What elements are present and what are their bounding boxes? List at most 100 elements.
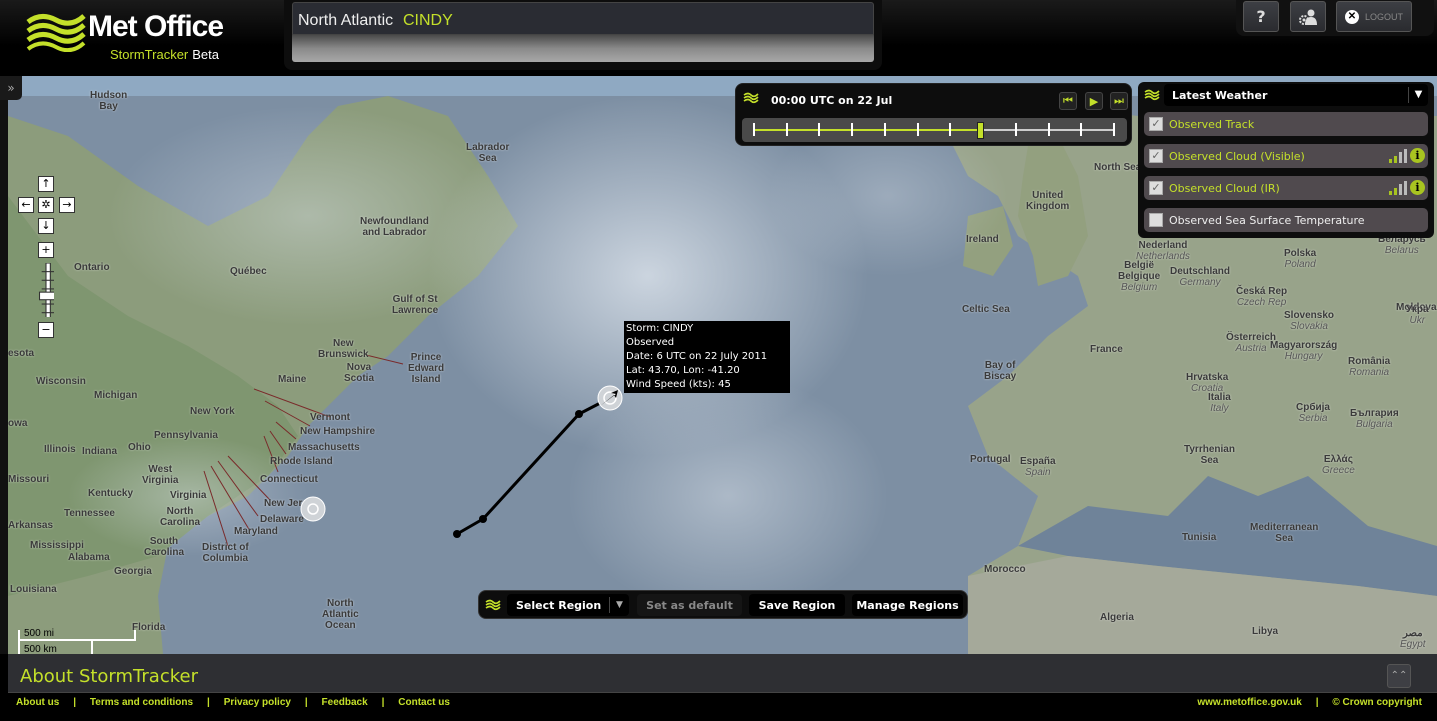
site-link[interactable]: www.metoffice.gov.uk — [1197, 697, 1301, 708]
region-toolbar: Select Region ▼ Set as default Save Regi… — [478, 590, 968, 619]
zoom-out-button[interactable]: − — [38, 322, 54, 338]
opacity-bars-icon[interactable] — [1388, 149, 1408, 163]
timeline-tick[interactable] — [916, 123, 919, 136]
select-region-dropdown[interactable]: Select Region ▼ — [507, 594, 629, 616]
skip-forward-icon: ⏭ — [1114, 94, 1124, 107]
expand-up-button[interactable]: ⌃⌃ — [1387, 664, 1411, 688]
storm-title-bar[interactable]: North Atlantic CINDY — [292, 2, 874, 35]
user-settings-icon — [1299, 9, 1317, 25]
layer-checkbox[interactable] — [1149, 213, 1163, 227]
track-point[interactable] — [453, 530, 461, 538]
footer-link[interactable]: About us — [16, 697, 59, 708]
user-settings-button[interactable] — [1290, 1, 1326, 32]
pan-up-button[interactable]: ↑ — [38, 176, 54, 192]
zoom-world-button[interactable]: ✲ — [38, 197, 54, 213]
logout-button[interactable]: ✕ LOGOUT — [1336, 1, 1412, 32]
met-office-logo[interactable]: Met Office StormTracker Beta — [26, 8, 236, 68]
footer-link[interactable]: Privacy policy — [224, 697, 291, 708]
save-region-button[interactable]: Save Region — [749, 594, 845, 616]
timeline-tick[interactable] — [883, 123, 886, 136]
opacity-bars-icon[interactable] — [1388, 181, 1408, 195]
track-point[interactable] — [575, 410, 583, 418]
help-button[interactable]: ? — [1243, 1, 1279, 32]
timeline-tick[interactable] — [949, 123, 952, 136]
play-button[interactable]: ▶ — [1085, 92, 1103, 110]
timeline-tick[interactable] — [1080, 123, 1083, 136]
timeline-panel: 00:00 UTC on 22 Jul ⏮ ▶ ⏭ — [735, 83, 1132, 146]
info-icon[interactable]: i — [1410, 148, 1425, 163]
layer-checkbox[interactable]: ✓ — [1149, 181, 1163, 195]
layer-group-label: Latest Weather — [1172, 89, 1268, 102]
close-icon: ✕ — [1344, 9, 1359, 24]
footer-right: www.metoffice.gov.uk | © Crown copyright — [1197, 697, 1422, 708]
tooltip-status: Observed — [626, 337, 675, 348]
timeline-tick[interactable] — [818, 123, 821, 136]
layer-item[interactable]: ✓ Observed Cloud (IR) i — [1144, 176, 1428, 200]
timeline-progress — [754, 129, 980, 131]
footer: About us | Terms and conditions | Privac… — [0, 694, 1437, 721]
layer-label: Observed Sea Surface Temperature — [1169, 214, 1365, 227]
storm-name: CINDY — [403, 12, 453, 29]
play-icon: ▶ — [1089, 94, 1099, 108]
layer-label: Observed Track — [1169, 118, 1255, 131]
product-name: StormTracker Beta — [110, 47, 219, 62]
timeline-tick[interactable] — [785, 123, 788, 136]
timeline-tick[interactable] — [851, 123, 854, 136]
logout-label: LOGOUT — [1364, 11, 1403, 22]
layer-label: Observed Cloud (IR) — [1169, 182, 1280, 195]
current-storm-marker[interactable] — [597, 385, 623, 411]
layer-label: Observed Cloud (Visible) — [1169, 150, 1305, 163]
pan-left-button[interactable]: ← — [18, 197, 34, 213]
timeline-tick[interactable] — [1047, 123, 1050, 136]
timeline-tick[interactable] — [1113, 123, 1115, 136]
info-icon[interactable]: i — [1410, 180, 1425, 195]
zoom-in-button[interactable]: + — [38, 242, 54, 258]
copyright: © Crown copyright — [1332, 697, 1422, 708]
product-title: StormTracker — [110, 47, 189, 62]
storm-region: North Atlantic — [298, 12, 394, 29]
layer-group-dropdown[interactable]: Latest Weather ▼ — [1164, 84, 1428, 106]
storm-list-bar[interactable] — [292, 35, 874, 62]
about-title[interactable]: About StormTracker — [20, 666, 198, 687]
layer-checkbox[interactable]: ✓ — [1149, 149, 1163, 163]
beta-badge: Beta — [192, 47, 219, 62]
layer-item[interactable]: ✓ Observed Track — [1144, 112, 1428, 136]
timeline-tick[interactable] — [1014, 123, 1017, 136]
tooltip-date: Date: 6 UTC on 22 July 2011 — [626, 351, 768, 362]
footer-separator: | — [367, 697, 399, 708]
observed-track-line — [456, 397, 609, 536]
pan-right-button[interactable]: → — [59, 197, 75, 213]
timeline-tick[interactable] — [753, 123, 755, 136]
tooltip-storm: Storm: CINDY — [626, 323, 694, 334]
layer-item[interactable]: Observed Sea Surface Temperature — [1144, 208, 1428, 232]
stormtracker-app: Met Office StormTracker Beta North Atlant… — [0, 0, 1437, 721]
layer-item[interactable]: ✓ Observed Cloud (Visible) i — [1144, 144, 1428, 168]
manage-regions-button[interactable]: Manage Regions — [852, 594, 963, 616]
double-chevron-right-icon: » — [7, 81, 15, 95]
hurricane-marker[interactable] — [300, 496, 326, 522]
footer-link[interactable]: Contact us — [398, 697, 450, 708]
help-icon: ? — [1256, 7, 1266, 26]
side-panel-strip — [0, 76, 8, 654]
track-point[interactable] — [479, 515, 487, 523]
met-office-waves-icon — [1144, 89, 1160, 101]
tooltip-latlon: Lat: 43.70, Lon: -41.20 — [626, 365, 740, 376]
pan-down-button[interactable]: ↓ — [38, 218, 54, 234]
select-region-label: Select Region — [516, 598, 602, 612]
zoom-slider[interactable] — [38, 263, 54, 317]
top-buttons: ? ✕ LOGOUT — [1236, 0, 1434, 36]
footer-link[interactable]: Feedback — [322, 697, 368, 708]
set-default-button[interactable]: Set as default — [637, 594, 742, 616]
first-frame-button[interactable]: ⏮ — [1059, 92, 1077, 110]
double-chevron-up-icon: ⌃⌃ — [1390, 670, 1408, 681]
footer-link[interactable]: Terms and conditions — [90, 697, 193, 708]
timeline-thumb[interactable] — [976, 122, 984, 139]
skip-back-icon: ⏮ — [1063, 94, 1073, 107]
layer-checkbox[interactable]: ✓ — [1149, 117, 1163, 131]
timeline-slider[interactable] — [742, 118, 1127, 142]
last-frame-button[interactable]: ⏭ — [1110, 92, 1128, 110]
side-panel-toggle[interactable]: » — [0, 76, 22, 100]
footer-separator: | — [59, 697, 90, 708]
layers-panel: Latest Weather ▼ ✓ Observed Track ✓ Observe… — [1138, 82, 1434, 238]
storm-tooltip: Storm: CINDY Observed Date: 6 UTC on 22 … — [624, 321, 790, 393]
